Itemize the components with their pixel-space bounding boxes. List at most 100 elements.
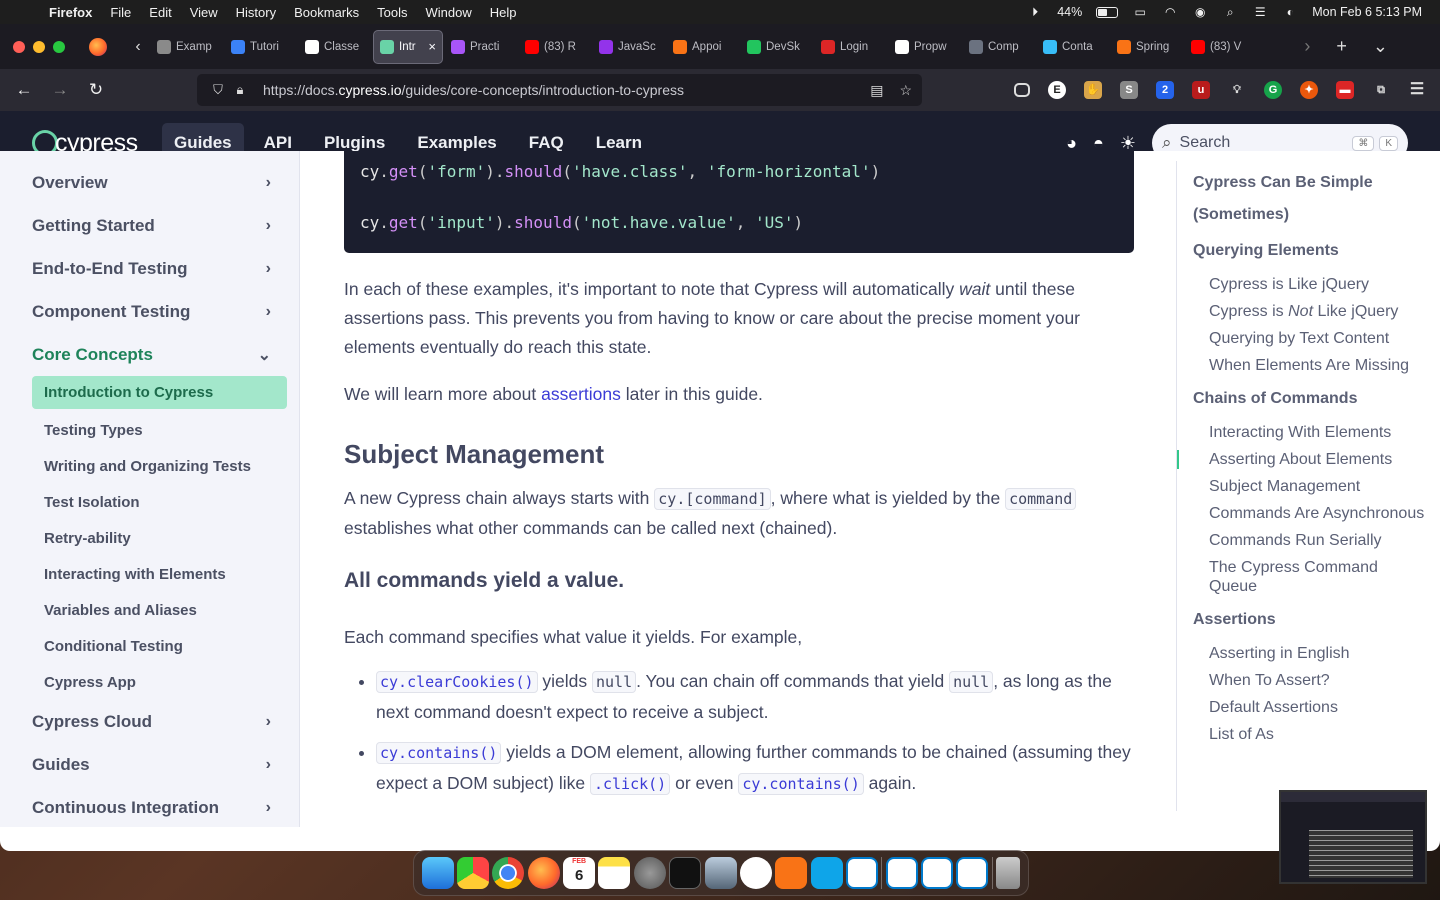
launchpad-icon[interactable] — [457, 857, 490, 889]
toc-heading[interactable]: Cypress Can Be Simple (Sometimes) — [1193, 167, 1426, 231]
vscode-icon[interactable] — [845, 857, 878, 889]
menu-help[interactable]: Help — [481, 5, 526, 20]
sidebar-item-overview[interactable]: Overview › — [0, 161, 299, 204]
toc-heading[interactable]: Querying Elements — [1193, 235, 1426, 267]
toc-item[interactable]: Subject Management — [1193, 477, 1426, 496]
sidebar-subitem-interacting[interactable]: Interacting with Elements — [32, 556, 287, 592]
sidebar-item-continuous-integration[interactable]: Continuous Integration › — [0, 786, 299, 829]
lightbulb-icon[interactable]: 💡︎ — [1228, 81, 1246, 99]
extension-2-icon[interactable]: 2 — [1156, 81, 1174, 99]
browser-tab[interactable]: Classe — [299, 30, 371, 64]
sidebar-item-guides[interactable]: Guides › — [0, 743, 299, 786]
url-bar[interactable]: ⛉ 🔒︎ https://docs.cypress.io/guides/core… — [197, 74, 922, 106]
terminal-icon[interactable] — [669, 857, 702, 889]
extension-hand-icon[interactable]: ✋ — [1084, 81, 1102, 99]
back-arrow-icon[interactable]: ← — [6, 80, 42, 100]
menu-file[interactable]: File — [101, 5, 140, 20]
sidebar-item-core-concepts[interactable]: Core Concepts ⌄ — [0, 333, 299, 376]
toc-item[interactable]: Cypress is Like jQuery — [1193, 275, 1426, 294]
chevron-left-icon[interactable]: ‹ — [125, 38, 151, 56]
browser-tab[interactable]: Spring — [1111, 30, 1183, 64]
forward-arrow-icon[interactable]: → — [42, 80, 78, 100]
grammarly-icon[interactable]: G — [1264, 81, 1282, 99]
vscode-window-icon[interactable] — [885, 857, 918, 889]
browser-tab[interactable]: Propw — [889, 30, 961, 64]
close-tab-icon[interactable]: × — [428, 39, 436, 54]
extension-red-icon[interactable]: ▬ — [1336, 81, 1354, 99]
browser-tab[interactable]: Tutori — [225, 30, 297, 64]
browser-tab[interactable]: (83) V — [1185, 30, 1257, 64]
spotlight-search-icon[interactable]: ⌕ — [1222, 5, 1238, 19]
toc-item[interactable]: Commands Are Asynchronous — [1193, 504, 1426, 523]
browser-tab[interactable]: DevSk — [741, 30, 813, 64]
extensions-puzzle-icon[interactable]: ⧉ — [1372, 81, 1390, 99]
browser-tab[interactable]: Login — [815, 30, 887, 64]
chevron-right-icon[interactable]: › — [1304, 36, 1310, 57]
wifi-icon[interactable]: ◠ — [1162, 5, 1178, 19]
chrome-icon[interactable] — [492, 857, 525, 889]
zoom-window-button[interactable] — [53, 40, 65, 53]
sidebar-item-component-testing[interactable]: Component Testing › — [0, 290, 299, 333]
sidebar-subitem-introduction[interactable]: Introduction to Cypress — [32, 376, 287, 409]
toc-item[interactable]: Querying by Text Content — [1193, 329, 1426, 348]
battery-icon[interactable] — [1096, 6, 1119, 18]
sidebar-subitem-writing-tests[interactable]: Writing and Organizing Tests — [32, 448, 287, 484]
sidebar-item-e2e-testing[interactable]: End-to-End Testing › — [0, 247, 299, 290]
assertions-link[interactable]: assertions — [541, 384, 621, 404]
sidebar-subitem-testing-types[interactable]: Testing Types — [32, 412, 287, 448]
extension-orange-icon[interactable]: ✦ — [1300, 81, 1318, 99]
reload-icon[interactable]: ↻ — [78, 80, 114, 100]
new-tab-plus-icon[interactable]: + — [1336, 36, 1347, 57]
menu-tools[interactable]: Tools — [368, 5, 416, 20]
contains-link[interactable]: cy.contains() — [376, 742, 502, 764]
browser-tab[interactable]: Examp — [151, 30, 223, 64]
menu-edit[interactable]: Edit — [140, 5, 180, 20]
firefox-dock-icon[interactable] — [527, 857, 560, 889]
vscode-window-icon-2[interactable] — [921, 857, 954, 889]
trash-icon[interactable] — [996, 857, 1021, 889]
extension-s-icon[interactable]: S — [1120, 81, 1138, 99]
ublock-icon[interactable]: u — [1192, 81, 1210, 99]
toc-item[interactable]: When To Assert? — [1193, 671, 1426, 690]
browser-tab[interactable]: Appoi — [667, 30, 739, 64]
siri-icon[interactable]: ◐ — [1282, 5, 1298, 19]
hamburger-menu-icon[interactable]: ☰ — [1408, 81, 1426, 99]
click-link[interactable]: .click() — [589, 773, 671, 795]
url-text[interactable]: https://docs.cypress.io/guides/core-conc… — [263, 82, 684, 98]
bookmark-star-icon[interactable]: ☆ — [899, 82, 912, 99]
sidebar-item-cypress-cloud[interactable]: Cypress Cloud › — [0, 700, 299, 743]
user-icon[interactable]: ◉ — [1192, 5, 1208, 19]
sidebar-subitem-retry-ability[interactable]: Retry-ability — [32, 520, 287, 556]
clearcookies-link[interactable]: cy.clearCookies() — [376, 671, 538, 693]
display-icon[interactable]: ▭ — [1132, 5, 1148, 19]
menu-history[interactable]: History — [227, 5, 285, 20]
browser-tab[interactable]: JavaSc — [593, 30, 665, 64]
browser-tab[interactable]: (83) R — [519, 30, 591, 64]
close-window-button[interactable] — [13, 40, 25, 53]
toc-item-active[interactable]: Asserting About Elements — [1177, 450, 1426, 469]
toc-item[interactable]: Default Assertions — [1193, 698, 1426, 717]
browser-tab[interactable]: Intr × — [373, 29, 443, 64]
sidebar-subitem-test-isolation[interactable]: Test Isolation — [32, 484, 287, 520]
toc-heading[interactable]: Assertions — [1193, 604, 1426, 636]
preview-icon[interactable] — [704, 857, 737, 889]
minimize-window-button[interactable] — [33, 40, 45, 53]
firefox-view-icon[interactable] — [89, 37, 107, 56]
calendar-icon[interactable]: FEB 6 — [563, 857, 596, 889]
toc-item[interactable]: Asserting in English — [1193, 644, 1426, 663]
extension-e-icon[interactable]: E — [1048, 81, 1066, 99]
mongodb-compass-icon[interactable] — [739, 857, 772, 889]
sidebar-subitem-variables[interactable]: Variables and Aliases — [32, 592, 287, 628]
sidebar-subitem-conditional[interactable]: Conditional Testing — [32, 628, 287, 664]
menu-view[interactable]: View — [181, 5, 227, 20]
finder-icon[interactable] — [421, 857, 454, 889]
screenshot-thumbnail[interactable] — [1279, 790, 1427, 884]
toc-item[interactable]: List of As — [1193, 725, 1426, 744]
tracking-shield-icon[interactable]: ⛉ — [207, 82, 229, 98]
vscode-window-icon-3[interactable] — [956, 857, 989, 889]
toc-item[interactable]: Commands Run Serially — [1193, 531, 1426, 550]
sidebar-subitem-cypress-app[interactable]: Cypress App — [32, 664, 287, 700]
pocket-icon[interactable] — [1014, 83, 1030, 97]
menu-window[interactable]: Window — [417, 5, 481, 20]
browser-tab[interactable]: Comp — [963, 30, 1035, 64]
